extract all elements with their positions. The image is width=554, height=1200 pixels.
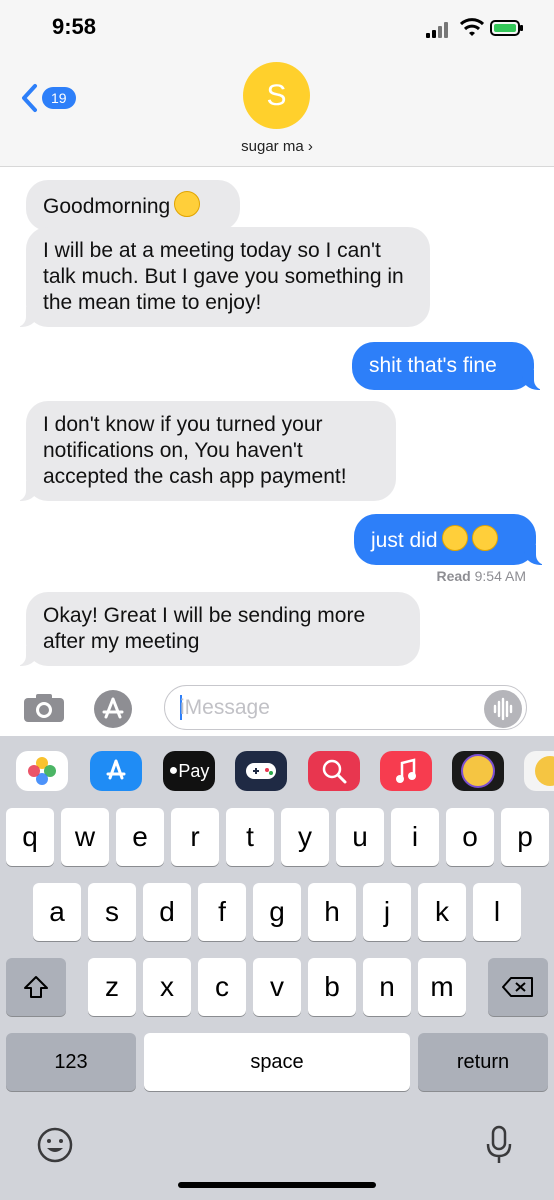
key-r[interactable]: r	[171, 808, 219, 866]
key-o[interactable]: o	[446, 808, 494, 866]
status-time: 9:58	[52, 14, 97, 39]
memoji-stickers-app-button[interactable]	[524, 751, 554, 791]
message-bubble-outgoing[interactable]: shit that's fine	[352, 342, 544, 390]
memoji-sticker-icon	[535, 756, 554, 786]
read-receipt: Read 9:54 AM	[436, 568, 527, 584]
camera-icon	[24, 694, 64, 722]
memoji-app-button[interactable]	[452, 751, 504, 791]
apple-icon: ●	[168, 762, 179, 779]
space-key[interactable]: space	[144, 1033, 410, 1091]
music-app-button[interactable]	[380, 751, 432, 791]
game-controller-icon	[246, 763, 276, 779]
key-f[interactable]: f	[198, 883, 246, 941]
waveform-icon	[493, 697, 513, 721]
avatar-initial: S	[266, 78, 287, 112]
key-s[interactable]: s	[88, 883, 136, 941]
key-c[interactable]: c	[198, 958, 246, 1016]
return-key[interactable]: return	[418, 1033, 548, 1091]
star-struck-emoji-icon	[471, 525, 498, 551]
delete-backward-icon	[502, 977, 533, 997]
key-t[interactable]: t	[226, 808, 274, 866]
key-w[interactable]: w	[61, 808, 109, 866]
key-i[interactable]: i	[391, 808, 439, 866]
key-e[interactable]: e	[116, 808, 164, 866]
key-l[interactable]: l	[473, 883, 521, 941]
key-n[interactable]: n	[363, 958, 411, 1016]
key-v[interactable]: v	[253, 958, 301, 1016]
key-a[interactable]: a	[33, 883, 81, 941]
key-j[interactable]: j	[363, 883, 411, 941]
photos-icon	[28, 757, 56, 785]
message-bubble-incoming[interactable]: I don't know if you turned your notifica…	[16, 401, 396, 501]
game-app-button[interactable]	[235, 751, 287, 791]
numbers-key[interactable]: 123	[6, 1033, 136, 1091]
key-k[interactable]: k	[418, 883, 466, 941]
key-z[interactable]: z	[88, 958, 136, 1016]
message-bubble-incoming[interactable]: I will be at a meeting today so I can't …	[16, 227, 430, 327]
key-d[interactable]: d	[143, 883, 191, 941]
audio-message-button[interactable]	[484, 690, 522, 728]
key-x[interactable]: x	[143, 958, 191, 1016]
apple-pay-button[interactable]: ● Pay	[163, 751, 215, 791]
globe-search-icon	[322, 759, 347, 784]
message-bubble-outgoing[interactable]: just did	[354, 514, 546, 565]
chevron-left-icon	[22, 84, 37, 112]
key-m[interactable]: m	[418, 958, 466, 1016]
music-note-icon	[396, 758, 416, 783]
web-search-app-button[interactable]	[308, 751, 360, 791]
message-input-placeholder: iMessage	[180, 696, 270, 719]
dictation-button[interactable]	[484, 1124, 514, 1166]
app-store-icon	[102, 697, 124, 719]
key-p[interactable]: p	[501, 808, 549, 866]
star-struck-emoji-icon	[441, 525, 468, 551]
home-indicator	[178, 1182, 376, 1188]
contact-name[interactable]: sugar ma ›	[0, 138, 554, 155]
microphone-icon	[486, 1125, 512, 1163]
shift-arrow-icon	[24, 976, 48, 998]
photos-app-button[interactable]	[16, 751, 68, 791]
shift-key[interactable]	[6, 958, 66, 1016]
contact-avatar[interactable]: S	[243, 62, 310, 129]
cellular-signal-icon	[426, 22, 454, 38]
emoji-face-icon	[37, 1127, 73, 1163]
smiling-emoji-icon	[174, 191, 201, 217]
key-q[interactable]: q	[6, 808, 54, 866]
key-g[interactable]: g	[253, 883, 301, 941]
wifi-icon	[460, 18, 484, 36]
message-bubble-incoming[interactable]: Goodmorning	[26, 180, 240, 231]
key-h[interactable]: h	[308, 883, 356, 941]
key-y[interactable]: y	[281, 808, 329, 866]
emoji-keyboard-button[interactable]	[36, 1126, 74, 1164]
unread-count-badge: 19	[42, 87, 76, 109]
memoji-icon	[461, 754, 495, 788]
battery-icon	[490, 20, 523, 36]
app-store-icon	[106, 759, 126, 780]
app-store-app-button[interactable]	[90, 751, 142, 791]
back-button[interactable]: 19	[20, 82, 76, 114]
app-store-button[interactable]	[94, 690, 132, 728]
message-bubble-incoming[interactable]: Okay! Great I will be sending more after…	[16, 592, 420, 666]
camera-button[interactable]	[22, 692, 66, 724]
backspace-key[interactable]	[488, 958, 548, 1016]
key-b[interactable]: b	[308, 958, 356, 1016]
key-u[interactable]: u	[336, 808, 384, 866]
